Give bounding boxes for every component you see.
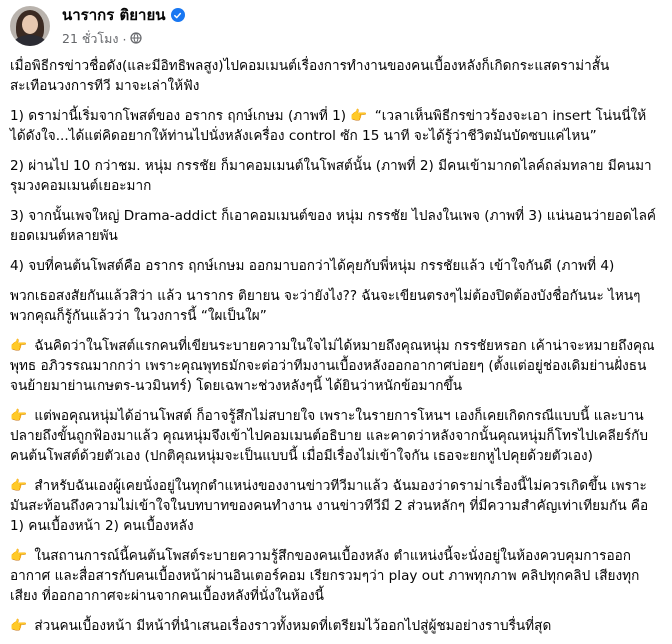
- paragraph-opinion-4: 👉 ในสถานการณ์นี้คนต้นโพสต์ระบายความรู้สึ…: [10, 546, 660, 606]
- pointing-hand-icon: 👉: [10, 618, 27, 634]
- post-timestamp[interactable]: 21 ชั่วโมง: [62, 29, 118, 49]
- pointing-hand-icon: 👉: [350, 108, 368, 124]
- post-header: นารากร ติยายน 21 ชั่วโมง ·: [10, 3, 185, 49]
- pointing-hand-icon: 👉: [10, 338, 27, 354]
- opinion-1-text: ฉันคิดว่าในโพสต์แรกคนที่เขียนระบายความใน…: [10, 338, 655, 394]
- post-body: เมื่อพิธีกรข่าวชื่อดัง(และมีอิทธิพลสูง)ไ…: [10, 56, 660, 644]
- paragraph-point-2: 2) ผ่านไป 10 กว่าชม. หนุ่ม กรรชัย ก็มาคอ…: [10, 158, 652, 194]
- opinion-2-text: แต่พอคุณหนุ่มได้อ่านโพสต์ ก็อาจรู้สึกไม่…: [10, 408, 648, 464]
- pointing-hand-icon: 👉: [10, 408, 27, 424]
- globe-icon: [130, 31, 143, 47]
- paragraph-opinion-2: 👉 แต่พอคุณหนุ่มได้อ่านโพสต์ ก็อาจรู้สึกไ…: [10, 406, 660, 466]
- paragraph-point-1: 1) ดราม่านี้เริ่มจากโพสต์ของ อรากร ฤกษ์เ…: [10, 106, 660, 146]
- paragraph-opinion-1: 👉 ฉันคิดว่าในโพสต์แรกคนที่เขียนระบายความ…: [10, 336, 660, 396]
- paragraph-opinion-3: 👉 สำหรับฉันเองผู้เคยนั่งอยู่ในทุกตำแหน่ง…: [10, 476, 660, 536]
- avatar[interactable]: [10, 6, 50, 46]
- paragraph-point-3: 3) จากนั้นเพจใหญ่ Drama-addict ก็เอาคอมเ…: [10, 208, 656, 244]
- post-meta: นารากร ติยายน 21 ชั่วโมง ·: [62, 3, 185, 49]
- paragraph-point-4: 4) จบที่คนต้นโพสต์คือ อรากร ฤกษ์เกษม ออก…: [10, 258, 615, 274]
- opinion-4-text: ในสถานการณ์นี้คนต้นโพสต์ระบายความรู้สึกข…: [10, 548, 640, 604]
- verified-badge-icon: [170, 8, 185, 22]
- pointing-hand-icon: 👉: [10, 548, 27, 564]
- point-1-text: 1) ดราม่านี้เริ่มจากโพสต์ของ อรากร ฤกษ์เ…: [10, 108, 347, 124]
- paragraph-intro: เมื่อพิธีกรข่าวชื่อดัง(และมีอิทธิพลสูง)ไ…: [10, 58, 610, 94]
- pointing-hand-icon: 👉: [10, 478, 27, 494]
- paragraph-question: พวกเธอสงสัยกันแล้วสิว่า แล้ว นารากร ติยา…: [10, 288, 641, 324]
- opinion-5-text: ส่วนคนเบื้องหน้า มีหน้าที่นำเสนอเรื่องรา…: [34, 618, 552, 634]
- opinion-3-text: สำหรับฉันเองผู้เคยนั่งอยู่ในทุกตำแหน่งขอ…: [10, 478, 649, 534]
- separator-dot: ·: [122, 31, 127, 47]
- facebook-post: นารากร ติยายน 21 ชั่วโมง · เมื่อพิธีกรข่…: [0, 0, 672, 636]
- author-name[interactable]: นารากร ติยายน: [62, 3, 166, 27]
- paragraph-opinion-5: 👉 ส่วนคนเบื้องหน้า มีหน้าที่นำเสนอเรื่อง…: [10, 616, 660, 636]
